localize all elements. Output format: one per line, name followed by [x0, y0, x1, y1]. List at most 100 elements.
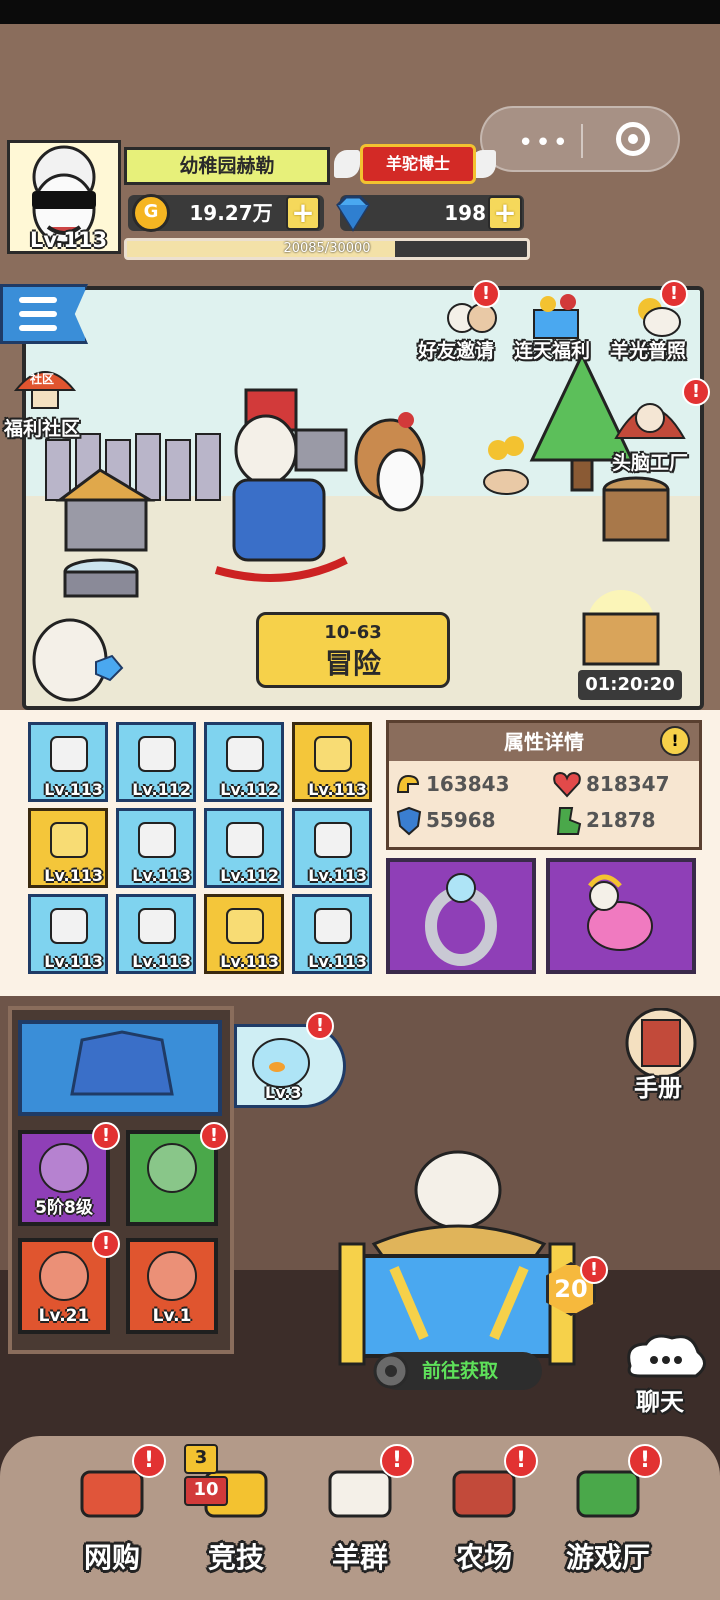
equipment-level: Lv.113 — [44, 952, 103, 971]
frame-icon — [138, 908, 176, 944]
gold-coin-icon: G — [132, 194, 170, 232]
attack-value: 163843 — [426, 772, 510, 796]
fishbowl-alert-badge: ! — [306, 1012, 334, 1040]
equipment-slot[interactable]: Lv.113 — [116, 808, 196, 888]
equipment-slot[interactable]: Lv.113 — [292, 808, 372, 888]
nav-alert-badge: ! — [380, 1444, 414, 1478]
equipment-level: Lv.112 — [220, 866, 279, 885]
accessory-slot[interactable] — [386, 858, 536, 974]
gem-amount: 198 — [444, 201, 486, 225]
chat-button[interactable]: 聊天 — [620, 1330, 714, 1420]
attack-icon — [396, 774, 420, 793]
main-menu-button[interactable] — [0, 284, 88, 344]
equipment-slot[interactable]: Lv.112 — [204, 722, 284, 802]
equipment-slot[interactable]: Lv.113 — [28, 894, 108, 974]
apple-icon — [50, 908, 88, 944]
sunshine-label[interactable]: 羊光普照 — [610, 336, 686, 363]
health-value: 818347 — [586, 772, 670, 796]
sheep-pen-icon — [338, 1150, 576, 1366]
equipment-slot[interactable]: Lv.112 — [116, 722, 196, 802]
item-slot[interactable]: Lv.1 — [126, 1238, 218, 1334]
equipment-slot[interactable]: Lv.113 — [28, 722, 108, 802]
equipment-slot[interactable]: Lv.113 — [204, 894, 284, 974]
status-bar — [0, 0, 720, 24]
equipment-slot[interactable]: Lv.113 — [28, 808, 108, 888]
fishbowl-level: Lv.3 — [265, 1083, 302, 1102]
bonsai-icon — [314, 822, 352, 858]
player-name[interactable]: 幼稚园赫勒 — [124, 147, 330, 185]
arena-badge-top: 3 — [184, 1444, 218, 1474]
equipment-slot[interactable]: Lv.113 — [292, 722, 372, 802]
attribute-info-button[interactable]: ! — [660, 726, 690, 756]
defense-shield-icon — [396, 806, 422, 836]
adventure-stage: 10-63 — [324, 622, 382, 643]
adventure-label[interactable]: 冒险 — [256, 646, 450, 682]
chest-timer: 01:20:20 — [578, 670, 682, 700]
equipment-level: Lv.112 — [220, 780, 279, 799]
fishbowl-button[interactable]: Lv.3 — [234, 1024, 346, 1108]
battery-icon — [147, 1251, 197, 1301]
nav-label: 游戏厅 — [565, 1541, 650, 1574]
add-gold-button[interactable]: + — [286, 196, 320, 230]
jacket-icon — [70, 1030, 174, 1096]
nav-alert-badge: ! — [132, 1444, 166, 1478]
sheep-with-gem-icon — [32, 618, 124, 702]
scroll-stand-icon — [138, 822, 176, 858]
gear-icon — [373, 1353, 409, 1389]
equipment-slot[interactable]: Lv.113 — [292, 894, 372, 974]
nav-alert-badge: ! — [504, 1444, 538, 1478]
brain-factory-button[interactable] — [610, 388, 690, 442]
hat-icon — [226, 736, 264, 772]
community-sign: 社区 — [30, 372, 55, 386]
nav-label: 网购 — [83, 1541, 140, 1574]
chat-bubble-icon — [627, 1334, 706, 1378]
pasture-alert-badge: ! — [580, 1256, 608, 1284]
hedgehog-icon — [39, 1251, 89, 1301]
nav-label: 羊群 — [331, 1541, 388, 1574]
outfit-slot[interactable] — [18, 1020, 222, 1116]
more-icon[interactable]: ••• — [518, 128, 570, 158]
daily-welfare-button[interactable] — [526, 292, 596, 342]
player-title-badge[interactable]: 羊驼博士 — [360, 144, 476, 184]
hedgehog-character-icon — [354, 412, 426, 512]
chat-label[interactable]: 聊天 — [636, 1382, 684, 1417]
equipment-level: Lv.112 — [132, 780, 191, 799]
defense-value: 55968 — [426, 808, 496, 832]
equipment-level: Lv.113 — [308, 866, 367, 885]
equipment-level: Lv.113 — [44, 866, 103, 885]
nav-label: 竞技 — [207, 1541, 264, 1574]
equipment-level: Lv.113 — [132, 866, 191, 885]
basket-icon — [314, 736, 352, 772]
sock-icon — [50, 736, 88, 772]
gold-amount: 19.27万 — [189, 201, 273, 225]
left-wing-decoration — [334, 150, 360, 178]
fishbowl-icon — [252, 1038, 310, 1088]
rainbow-llama-icon — [587, 874, 653, 951]
manual-button[interactable]: 手册 — [616, 1007, 706, 1103]
treasure-chest-icon — [582, 590, 660, 666]
friend-invite-label[interactable]: 好友邀请 — [418, 336, 494, 363]
diamond-icon — [336, 195, 370, 232]
welfare-community-label[interactable]: 福利社区 — [4, 414, 80, 441]
pet-slot[interactable] — [546, 858, 696, 974]
miniprogram-capsule: ••• — [480, 106, 680, 172]
item-label: Lv.21 — [38, 1306, 90, 1326]
close-miniprogram-icon[interactable] — [616, 122, 650, 156]
welfare-community-button[interactable]: 社区 — [10, 360, 80, 410]
equipment-slot[interactable]: Lv.112 — [204, 808, 284, 888]
nav-alert-badge: ! — [628, 1444, 662, 1478]
hay-and-barrel-icon — [55, 468, 156, 598]
item-label: Lv.1 — [152, 1306, 192, 1326]
equipment-slot[interactable]: Lv.113 — [116, 894, 196, 974]
player-level: Lv.113 — [30, 228, 108, 252]
manual-label[interactable]: 手册 — [634, 1068, 682, 1103]
brain-factory-label[interactable]: 头脑工厂 — [612, 448, 688, 475]
speed-boot-icon — [556, 807, 582, 835]
daily-welfare-label[interactable]: 连天福利 — [514, 336, 590, 363]
trophy-icon — [50, 822, 88, 858]
trident-icon — [226, 908, 264, 944]
item-alert-badge: ! — [200, 1122, 228, 1150]
capsule-divider — [581, 124, 583, 158]
nav-label: 农场 — [455, 1541, 512, 1574]
add-gems-button[interactable]: + — [488, 196, 522, 230]
